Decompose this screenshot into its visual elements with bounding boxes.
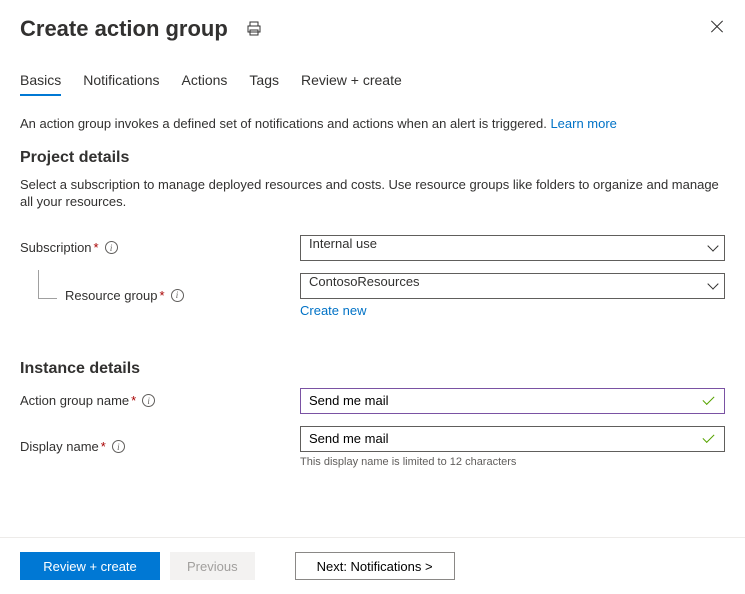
tabs: Basics Notifications Actions Tags Review… [20,72,725,96]
create-new-link[interactable]: Create new [300,303,366,318]
required-asterisk: * [94,240,99,255]
required-asterisk: * [131,393,136,408]
subscription-label: Subscription [20,240,92,255]
print-icon[interactable] [246,21,262,37]
action-group-name-label: Action group name [20,393,129,408]
project-details-heading: Project details [20,149,725,167]
intro-body: An action group invokes a defined set of… [20,116,550,131]
project-details-desc: Select a subscription to manage deployed… [20,177,725,211]
tab-notifications[interactable]: Notifications [83,72,159,96]
close-icon[interactable] [709,18,725,34]
resource-group-select[interactable]: ContosoResources [300,273,725,299]
tab-actions[interactable]: Actions [182,72,228,96]
page-title: Create action group [20,16,228,42]
resource-group-label: Resource group [65,288,158,303]
required-asterisk: * [160,288,165,303]
next-notifications-button[interactable]: Next: Notifications > [295,552,455,580]
subscription-select[interactable]: Internal use [300,235,725,261]
intro-text: An action group invokes a defined set of… [20,116,725,131]
display-name-label: Display name [20,439,99,454]
tab-review-create[interactable]: Review + create [301,72,402,96]
review-create-button[interactable]: Review + create [20,552,160,580]
learn-more-link[interactable]: Learn more [550,116,616,131]
tab-basics[interactable]: Basics [20,72,61,96]
previous-button: Previous [170,552,255,580]
info-icon[interactable]: i [171,289,184,302]
required-asterisk: * [101,439,106,454]
display-name-input[interactable] [300,426,725,452]
action-group-name-input[interactable] [300,388,725,414]
info-icon[interactable]: i [142,394,155,407]
instance-details-heading: Instance details [20,360,725,378]
info-icon[interactable]: i [105,241,118,254]
info-icon[interactable]: i [112,440,125,453]
tab-tags[interactable]: Tags [249,72,279,96]
footer: Review + create Previous Next: Notificat… [0,537,745,594]
display-name-hint: This display name is limited to 12 chara… [300,456,725,468]
